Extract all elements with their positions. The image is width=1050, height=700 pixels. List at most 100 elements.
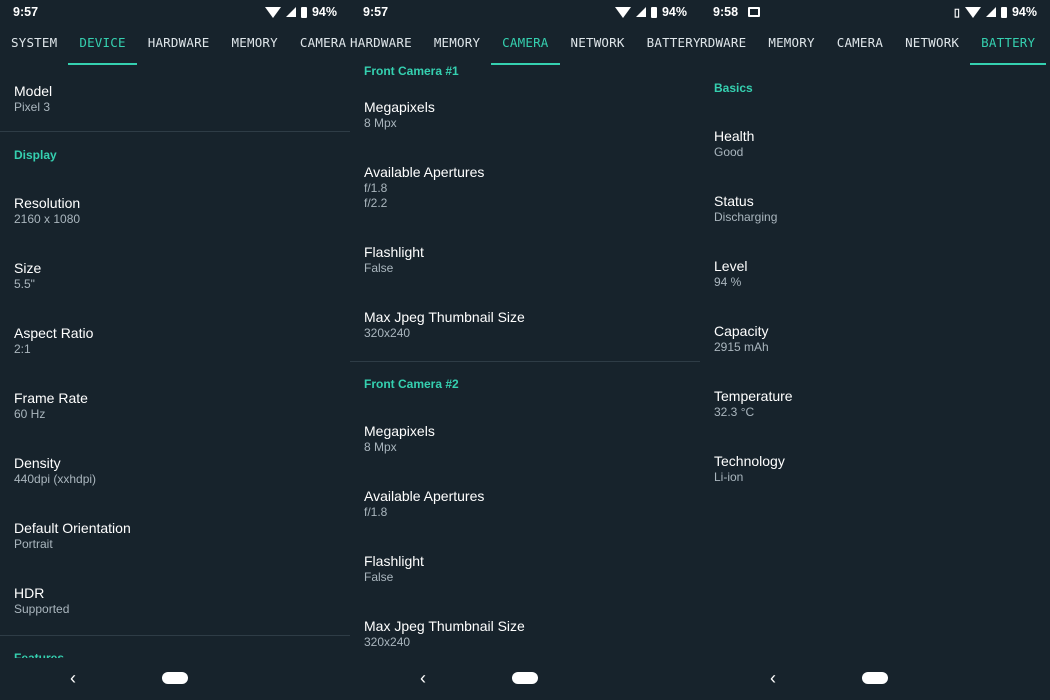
info-item-hdr[interactable]: HDR Supported: [0, 568, 350, 633]
item-value: f/1.8: [364, 505, 388, 519]
item-title: Megapixels: [364, 423, 435, 439]
tab-system[interactable]: SYSTEM: [0, 24, 68, 65]
tab-memory[interactable]: MEMORY: [221, 24, 289, 65]
info-item-frame-rate[interactable]: Frame Rate 60 Hz: [0, 373, 350, 438]
item-value: 94 %: [714, 275, 742, 289]
tab-camera[interactable]: CAMERA: [491, 24, 560, 65]
info-item-status[interactable]: Status Discharging: [700, 176, 1050, 241]
status-time: 9:58: [713, 5, 739, 19]
item-value: 2160 x 1080: [14, 212, 81, 226]
item-title: Megapixels: [364, 99, 435, 115]
wifi-icon: [614, 6, 631, 18]
section-header-front-camera-1: Front Camera #1: [364, 64, 459, 78]
tab-camera[interactable]: CAMERA: [826, 24, 894, 65]
back-icon[interactable]: ‹: [420, 668, 426, 689]
item-value: Portrait: [14, 537, 53, 551]
tab-bar: RDWARE MEMORY CAMERA NETWORK BATTERY: [700, 24, 1050, 65]
tab-bar: HARDWARE MEMORY CAMERA NETWORK BATTERY: [350, 24, 700, 65]
info-item-flashlight[interactable]: Flashlight False: [350, 536, 700, 601]
tab-device[interactable]: DEVICE: [68, 24, 138, 65]
battery-icon: [1000, 6, 1007, 18]
info-item-capacity[interactable]: Capacity 2915 mAh: [700, 306, 1050, 371]
item-title: Size: [14, 260, 42, 276]
status-battery: 94%: [661, 5, 687, 19]
tab-network[interactable]: NETWORK: [560, 24, 636, 65]
item-title: Density: [14, 455, 61, 471]
info-item-resolution[interactable]: Resolution 2160 x 1080: [0, 178, 350, 243]
tab-memory[interactable]: MEMORY: [423, 24, 491, 65]
info-item-health[interactable]: Health Good: [700, 111, 1050, 176]
wifi-icon: [264, 6, 281, 18]
item-value: Pixel 3: [14, 99, 51, 114]
info-item-max-jpeg-thumbnail-size[interactable]: Max Jpeg Thumbnail Size 320x240: [350, 292, 700, 357]
home-pill-icon[interactable]: [512, 672, 538, 684]
tab-network[interactable]: NETWORK: [894, 24, 970, 65]
home-pill-icon[interactable]: [162, 672, 188, 684]
item-value: 60 Hz: [14, 407, 46, 421]
item-title: Max Jpeg Thumbnail Size: [364, 309, 525, 325]
navigation-bar: ‹: [0, 658, 350, 700]
tab-hardware[interactable]: HARDWARE: [350, 24, 423, 65]
item-title: Aspect Ratio: [14, 325, 94, 341]
signal-icon: [985, 7, 996, 17]
device-content: Model Pixel 3 Display Resolution 2160 x …: [0, 65, 350, 658]
back-icon[interactable]: ‹: [770, 668, 776, 689]
info-item-megapixels[interactable]: Megapixels 8 Mpx: [350, 406, 700, 471]
back-icon[interactable]: ‹: [70, 668, 76, 689]
info-item-megapixels[interactable]: Megapixels 8 Mpx: [350, 82, 700, 147]
info-item-density[interactable]: Density 440dpi (xxhdpi): [0, 438, 350, 503]
item-value: 2915 mAh: [714, 340, 769, 354]
item-title: Available Apertures: [364, 488, 485, 504]
status-battery: 94%: [311, 5, 337, 19]
item-title: Health: [714, 128, 755, 144]
item-value: False: [364, 570, 394, 584]
item-value: 2:1: [14, 342, 31, 356]
section-header-display: Display: [14, 148, 57, 162]
info-item-flashlight[interactable]: Flashlight False: [350, 227, 700, 292]
battery-icon: [650, 6, 657, 18]
home-pill-icon[interactable]: [862, 672, 888, 684]
camera-screen: 9:57 94% HARDWARE MEMORY CAMERA NETWORK …: [350, 0, 700, 700]
status-battery: 94%: [1011, 5, 1037, 19]
section-header-features: Features: [14, 651, 65, 658]
info-item-aspect-ratio[interactable]: Aspect Ratio 2:1: [0, 308, 350, 373]
item-title: Flashlight: [364, 553, 424, 569]
item-value: f/2.2: [364, 196, 388, 210]
wifi-icon: [964, 6, 981, 18]
item-title: Frame Rate: [14, 390, 88, 406]
item-value: 320x240: [364, 635, 411, 649]
item-title: Temperature: [714, 388, 793, 404]
info-item-technology[interactable]: Technology Li-ion: [700, 436, 1050, 501]
info-item-temperature[interactable]: Temperature 32.3 °C: [700, 371, 1050, 436]
status-bar: 9:58 ▯ 94%: [700, 0, 1050, 24]
info-item-level[interactable]: Level 94 %: [700, 241, 1050, 306]
info-item-available-apertures[interactable]: Available Apertures f/1.8: [350, 471, 700, 536]
info-item-max-jpeg-thumbnail-size[interactable]: Max Jpeg Thumbnail Size 320x240: [350, 601, 700, 658]
tab-camera[interactable]: CAMERA: [289, 24, 350, 65]
tab-hardware[interactable]: RDWARE: [700, 24, 757, 65]
info-item-available-apertures[interactable]: Available Apertures f/1.8 f/2.2: [350, 147, 700, 227]
tab-memory[interactable]: MEMORY: [757, 24, 825, 65]
signal-icon: [635, 7, 646, 17]
item-value: Discharging: [714, 210, 778, 224]
battery-content: Basics Health Good Status Discharging Le…: [700, 65, 1050, 658]
item-title: Technology: [714, 453, 785, 469]
item-value: 8 Mpx: [364, 440, 397, 454]
info-item-default-orientation[interactable]: Default Orientation Portrait: [0, 503, 350, 568]
item-value: Supported: [14, 602, 70, 616]
tab-hardware[interactable]: HARDWARE: [137, 24, 221, 65]
item-title: Resolution: [14, 195, 81, 211]
info-item-size[interactable]: Size 5.5": [0, 243, 350, 308]
item-title: Flashlight: [364, 244, 424, 260]
info-item-model[interactable]: Model Pixel 3: [0, 65, 350, 131]
item-title: Status: [714, 193, 754, 209]
tab-battery[interactable]: BATTERY: [970, 24, 1047, 65]
status-bar: 9:57 94%: [0, 0, 350, 24]
tab-bar: SYSTEM DEVICE HARDWARE MEMORY CAMERA: [0, 24, 350, 65]
section-header-basics: Basics: [714, 81, 753, 95]
item-value: f/1.8: [364, 181, 388, 195]
vibrate-icon: ▯: [953, 6, 960, 19]
item-value: 440dpi (xxhdpi): [14, 472, 97, 486]
item-value: 8 Mpx: [364, 116, 397, 130]
tab-battery[interactable]: BATTERY: [636, 24, 700, 65]
